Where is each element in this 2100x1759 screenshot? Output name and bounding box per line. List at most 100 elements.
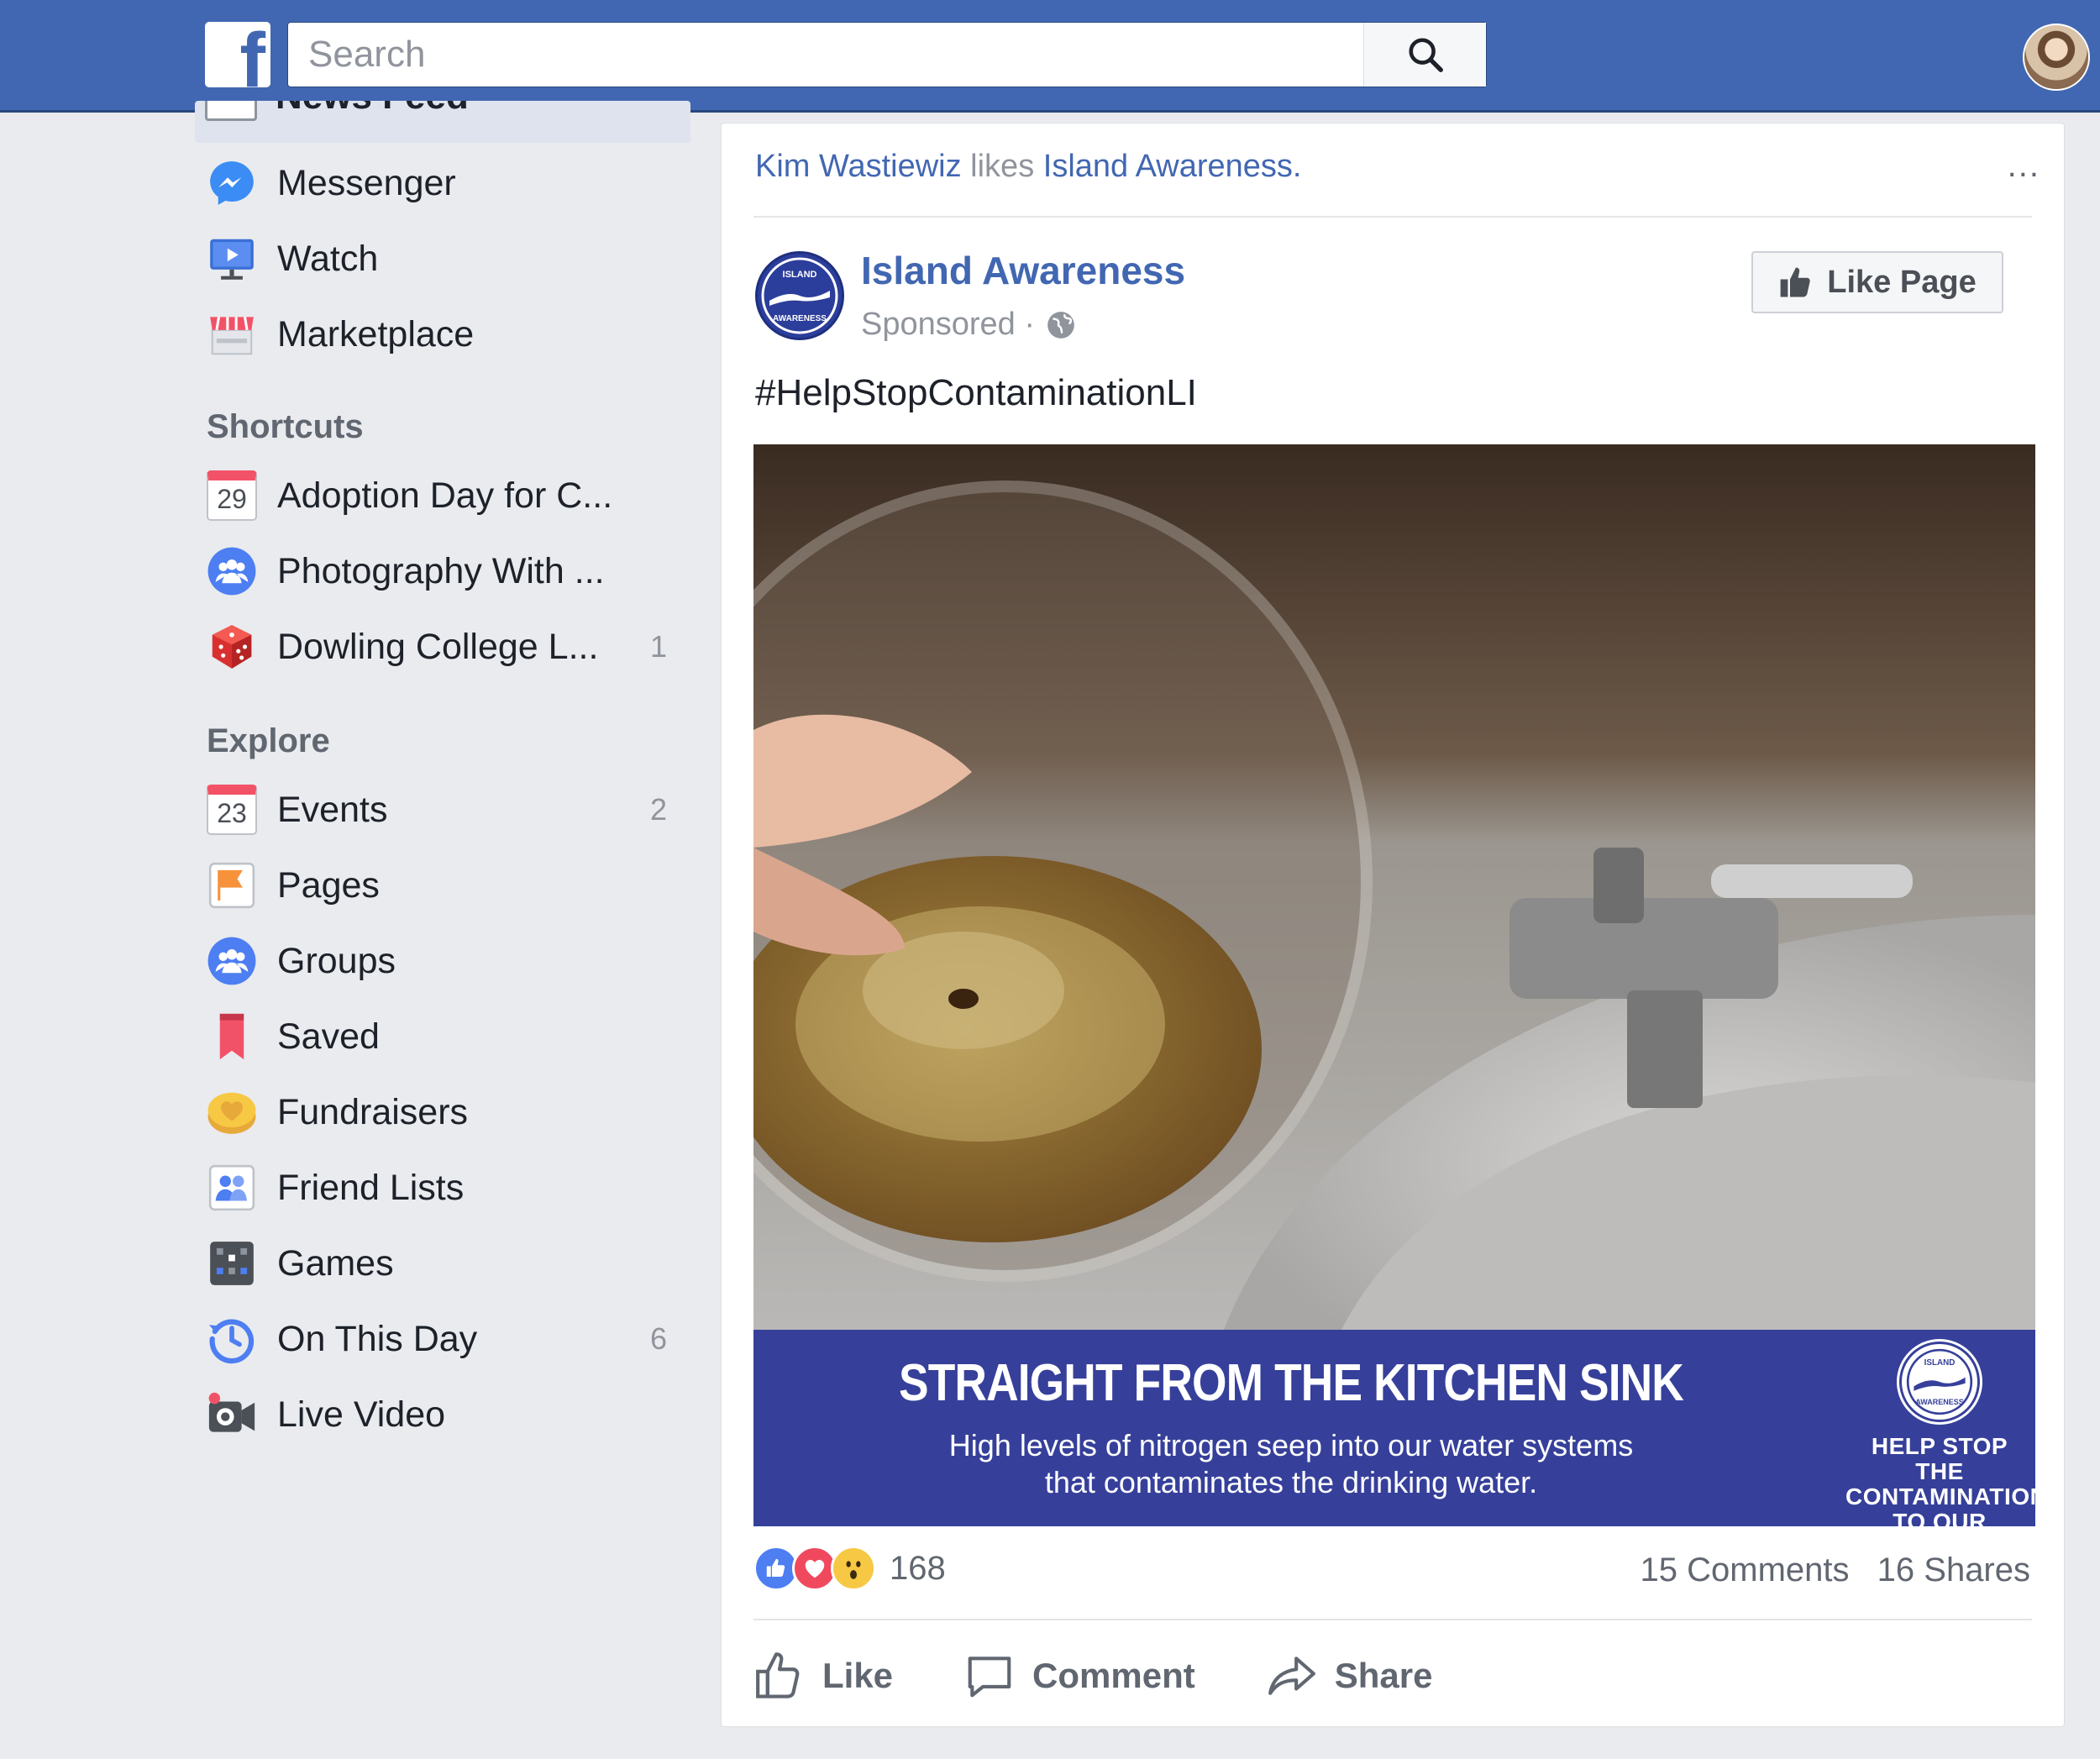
sidebar-item-label: Groups — [277, 940, 396, 981]
shares-count-link[interactable]: 16 Shares — [1877, 1552, 2030, 1588]
sidebar-item-label: Events — [277, 789, 388, 830]
sidebar-item-fundraisers[interactable]: Fundraisers — [195, 1079, 690, 1146]
sidebar-item-marketplace[interactable]: Marketplace — [195, 301, 690, 368]
comments-count-link[interactable]: 15 Comments — [1641, 1552, 1850, 1588]
facebook-logo-letter: f — [239, 22, 265, 87]
shortcut-adoption-day[interactable]: 29 Adoption Day for C... — [195, 462, 690, 529]
flag-icon — [205, 858, 259, 912]
island-awareness-logo-icon: ISLAND AWARENESS — [1906, 1348, 1973, 1415]
reaction-summary[interactable]: 168 — [753, 1543, 946, 1594]
sidebar-item-games[interactable]: Games — [195, 1230, 690, 1297]
games-icon — [205, 1237, 259, 1290]
banner-subtext: High levels of nitrogen seep into our wa… — [753, 1427, 1829, 1501]
sidebar-item-label: Dowling College L... — [277, 626, 599, 667]
sidebar-item-label: Marketplace — [277, 313, 475, 354]
top-navigation-bar: f — [0, 0, 2100, 113]
story-actor-link[interactable]: Kim Wastiewiz — [755, 149, 962, 184]
sidebar-item-label: Live Video — [277, 1394, 446, 1435]
notification-count: 2 — [649, 792, 667, 827]
post-action-bar: Like Comment Share — [753, 1644, 1503, 1708]
sidebar-item-groups[interactable]: Groups — [195, 927, 690, 995]
story-verb: likes — [970, 149, 1035, 184]
logo-bottom-text: AWARENESS — [773, 314, 827, 323]
messenger-icon — [205, 156, 259, 210]
share-arrow-icon — [1268, 1657, 1315, 1695]
friend-list-icon — [205, 1161, 259, 1215]
comment-button-label: Comment — [1032, 1656, 1195, 1695]
sidebar-item-label: Fundraisers — [277, 1091, 469, 1132]
shortcuts-heading: Shortcuts — [207, 408, 364, 445]
sidebar-item-label: News Feed — [276, 101, 469, 118]
banner-subtext-line-1: High levels of nitrogen seep into our wa… — [948, 1428, 1634, 1462]
sidebar-item-news-feed[interactable]: News Feed — [195, 101, 690, 143]
marketplace-icon — [205, 307, 259, 361]
shortcut-photography[interactable]: Photography With ... — [195, 538, 690, 605]
sidebar-item-label: Watch — [277, 238, 379, 279]
sponsored-text: Sponsored · — [861, 307, 1036, 342]
bookmark-icon — [205, 1010, 259, 1063]
like-button-label: Like — [822, 1656, 894, 1695]
page-name-link[interactable]: Island Awareness — [861, 248, 1185, 293]
notification-count: 1 — [649, 629, 667, 664]
page-logo[interactable]: ISLAND AWARENESS — [755, 251, 844, 340]
sidebar-item-watch[interactable]: Watch — [195, 225, 690, 292]
calendar-icon: 29 — [205, 469, 259, 522]
divider — [753, 1619, 2032, 1620]
sponsored-post-card: Kim Wastiewiz likes Island Awareness. ..… — [721, 123, 2065, 1727]
group-icon — [205, 544, 259, 598]
ad-photo[interactable] — [753, 444, 2035, 1330]
banner-logo: ISLAND AWARENESS — [1899, 1342, 1980, 1422]
island-awareness-logo-icon: ISLAND AWARENESS — [761, 257, 838, 334]
live-video-icon — [205, 1388, 259, 1441]
sidebar-item-friend-lists[interactable]: Friend Lists — [195, 1154, 690, 1221]
ad-banner[interactable]: STRAIGHT FROM THE KITCHEN SINK High leve… — [753, 1330, 2047, 1560]
sidebar-item-saved[interactable]: Saved — [195, 1003, 690, 1070]
banner-subtext-line-2: that contaminates the drinking water. — [1044, 1465, 1538, 1499]
sidebar-item-on-this-day[interactable]: On This Day 6 — [195, 1305, 690, 1373]
sidebar-item-messenger[interactable]: Messenger — [195, 150, 690, 217]
banner-tagline: HELP STOP THE CONTAMINATION TO OUR WATER… — [1845, 1434, 2048, 1560]
sidebar-item-label: Messenger — [277, 162, 456, 203]
sidebar-item-label: Pages — [277, 864, 380, 906]
sidebar-item-events[interactable]: 23 Events 2 — [195, 776, 690, 843]
share-button[interactable]: Share — [1266, 1650, 1433, 1702]
facebook-logo[interactable]: f — [205, 22, 270, 87]
search-input[interactable] — [288, 23, 1363, 87]
dice-icon — [205, 620, 259, 674]
sidebar-item-label: Adoption Day for C... — [277, 475, 613, 516]
globe-icon — [1047, 311, 1074, 339]
fundraiser-icon — [205, 1085, 259, 1139]
sidebar-item-label: Games — [277, 1242, 394, 1284]
like-button[interactable]: Like — [753, 1650, 893, 1702]
banner-tagline-line-2: CONTAMINATION — [1845, 1483, 2048, 1510]
wow-reaction-icon — [831, 1546, 876, 1591]
search-button[interactable] — [1363, 23, 1486, 87]
shortcut-dowling-college[interactable]: Dowling College L... 1 — [195, 613, 690, 680]
calendar-date: 23 — [207, 785, 257, 835]
history-icon — [205, 1312, 259, 1366]
sidebar-item-pages[interactable]: Pages — [195, 852, 690, 919]
comment-button[interactable]: Comment — [963, 1650, 1195, 1702]
sidebar-item-live-video[interactable]: Live Video — [195, 1381, 690, 1448]
notification-count: 6 — [649, 1321, 667, 1356]
share-button-label: Share — [1334, 1656, 1433, 1695]
news-feed-icon — [205, 101, 257, 121]
reaction-count: 168 — [890, 1549, 946, 1587]
logo-top-text: ISLAND — [783, 270, 817, 280]
calendar-date: 29 — [207, 470, 257, 521]
profile-avatar[interactable] — [2023, 24, 2090, 91]
divider — [753, 216, 2032, 218]
search-box — [287, 22, 1487, 87]
sidebar-item-label: On This Day — [277, 1318, 478, 1359]
explore-heading: Explore — [207, 722, 330, 759]
story-header: Kim Wastiewiz likes Island Awareness. — [755, 149, 1301, 185]
like-page-button[interactable]: Like Page — [1751, 251, 2003, 313]
sponsored-label: Sponsored · — [861, 307, 1077, 343]
more-options-icon[interactable]: ... — [2008, 149, 2040, 182]
story-object-link[interactable]: Island Awareness. — [1043, 149, 1302, 184]
glass-of-dirty-water-image — [753, 444, 2035, 1330]
sidebar-item-label: Saved — [277, 1016, 380, 1057]
thumbs-up-outline-icon — [756, 1652, 800, 1699]
banner-headline: STRAIGHT FROM THE KITCHEN SINK — [899, 1354, 1684, 1412]
sidebar-item-label: Photography With ... — [277, 550, 605, 591]
